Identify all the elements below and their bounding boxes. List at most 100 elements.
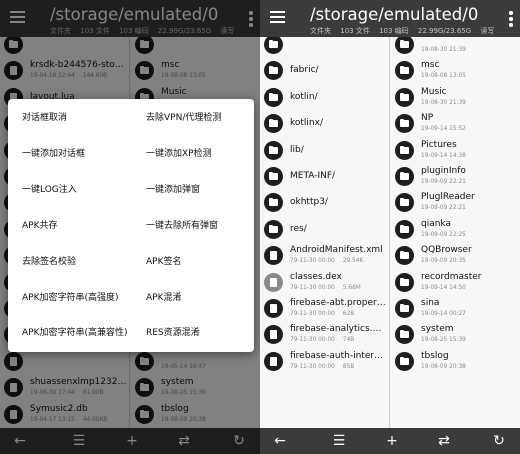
back-icon: ← — [274, 433, 286, 449]
file-row[interactable]: firebase-analytics.pr... 79-11-30 00:00 74… — [260, 321, 389, 347]
right-screen: /storage/emulated/0 文件夹 103 文件 103 编码 22… — [260, 0, 520, 454]
option-apk-obfuscate[interactable]: APK混淆 — [146, 292, 260, 304]
add-icon: + — [386, 433, 398, 449]
folder-row[interactable]: Pictures 19-09-14 14:38 — [391, 137, 520, 163]
item-date: 79-11-30 00:00 — [290, 258, 335, 265]
folder-icon — [264, 193, 283, 213]
folder-row[interactable] — [260, 37, 389, 57]
folder-icon — [395, 272, 414, 292]
menu-icon[interactable] — [270, 11, 285, 23]
stat-folders: 文件夹 — [310, 27, 331, 35]
item-name: tbslog — [421, 350, 449, 361]
folder-row[interactable]: fabric/ — [260, 57, 389, 83]
folder-row[interactable]: 19-08-30 21:39 — [391, 37, 520, 57]
folder-row[interactable]: sina 19-09-14 00:27 — [391, 295, 520, 321]
folder-icon — [395, 193, 414, 213]
folder-icon — [264, 37, 283, 54]
swap-button[interactable]: ⇄ — [432, 431, 456, 451]
item-name: pluginInfo — [421, 166, 466, 176]
item-meta: 79-11-30 00:00 5.68M — [290, 285, 369, 291]
back-button[interactable]: ← — [268, 431, 292, 451]
file-row[interactable]: firebase-auth-intero... 79-11-30 00:00 85B — [260, 348, 389, 374]
item-name: Pictures — [421, 139, 457, 150]
path-title: /storage/emulated/0 — [310, 5, 479, 24]
folder-icon — [264, 219, 283, 239]
file-row[interactable]: AndroidManifest.xml 79-11-30 00:00 29.54K — [260, 242, 389, 268]
item-date: 19-09-09 22:21 — [421, 179, 466, 185]
tools-dialog: 对话框取消 去除VPN/代理检测 一键添加对话框 一键添加XP检测 一键LOG注… — [8, 99, 254, 352]
folder-row[interactable]: kotlin/ — [260, 84, 389, 110]
folder-row[interactable]: NP 19-09-14 15:52 — [391, 110, 520, 136]
item-date: 79-11-30 00:00 — [290, 337, 335, 344]
item-date: 79-11-30 00:00 — [290, 311, 335, 317]
item-date: 19-08-25 15:39 — [421, 337, 466, 344]
option-apk-clone[interactable]: APK共存 — [22, 220, 140, 232]
folder-row[interactable]: lib/ — [260, 137, 389, 163]
more-options-icon[interactable] — [508, 11, 514, 27]
folder-icon — [395, 167, 414, 186]
folder-row[interactable]: qianka 19-09-09 22:25 — [391, 216, 520, 242]
item-name: firebase-auth-intero... — [290, 350, 387, 361]
stat-files: 103 文件 — [340, 27, 370, 35]
item-name: system — [421, 324, 454, 335]
item-meta: 79-11-30 00:00 74B — [290, 337, 362, 343]
sort-button[interactable]: ☰ — [327, 431, 351, 451]
option-res-obfuscate[interactable]: RES资源混淆 — [146, 327, 260, 339]
refresh-button[interactable]: ↻ — [487, 431, 511, 451]
folder-row[interactable]: tbslog 19-08-09 20:38 — [391, 348, 520, 374]
option-remove-sign-check[interactable]: 去除签名校验 — [22, 256, 140, 268]
option-encrypt-compat[interactable]: APK加密字符串(高兼容性) — [22, 327, 132, 339]
file-icon — [264, 272, 283, 292]
folder-icon — [395, 61, 414, 81]
item-date: 19-09-09 22:25 — [421, 231, 466, 238]
item-name: qianka — [421, 218, 452, 229]
item-name: fabric/ — [290, 65, 319, 76]
folder-icon — [395, 114, 414, 134]
folder-row[interactable]: pluginInfo 19-09-09 22:21 — [391, 163, 520, 189]
folder-row[interactable]: Music 19-08-30 21:39 — [391, 84, 520, 110]
item-name: AndroidManifest.xml — [290, 245, 383, 256]
item-name: PluglReader — [421, 192, 475, 203]
file-icon — [264, 246, 283, 266]
folder-icon — [395, 87, 414, 107]
folder-row[interactable]: system 19-08-25 15:39 — [391, 321, 520, 347]
right-folder-pane: 19-08-30 21:39 msc 19-08-08 13:05 Music 19-0… — [391, 37, 520, 428]
stat-mode: 读写 — [480, 27, 495, 35]
folder-icon — [264, 61, 283, 81]
option-remove-vpn-detect[interactable]: 去除VPN/代理检测 — [146, 112, 260, 124]
folder-row[interactable]: PluglReader 19-09-09 22:21 — [391, 189, 520, 215]
folder-icon — [395, 37, 414, 54]
folder-icon — [395, 325, 414, 345]
item-meta: 79-11-30 00:00 29.54K — [290, 258, 371, 264]
option-add-dialog[interactable]: 一键添加对话框 — [22, 148, 140, 160]
option-log-inject[interactable]: 一键LOG注入 — [22, 184, 140, 196]
folder-row[interactable]: kotlinx/ — [260, 110, 389, 136]
folder-row[interactable]: QQBrowser 19-09-09 20:35 — [391, 242, 520, 268]
folder-row[interactable]: recordmaster 19-09-14 14:50 — [391, 269, 520, 295]
file-icon — [264, 299, 283, 318]
folder-row[interactable]: msc 19-08-08 13:05 — [391, 57, 520, 83]
option-encrypt-strong[interactable]: APK加密字符串(高强度) — [22, 292, 132, 304]
folder-row[interactable]: META-INF/ — [260, 163, 389, 189]
item-date: 19-09-14 14:38 — [421, 152, 466, 159]
option-dialog-cancel[interactable]: 对话框取消 — [22, 112, 140, 124]
item-name: recordmaster — [421, 271, 482, 282]
folder-icon — [264, 114, 283, 134]
option-add-popup[interactable]: 一键添加弹窗 — [146, 184, 260, 196]
apk-contents-pane: fabric/kotlin/kotlinx/lib/META-INF/okhtt… — [260, 37, 390, 428]
folder-row[interactable]: res/ — [260, 216, 389, 242]
option-add-xp-detect[interactable]: 一键添加XP检测 — [146, 148, 260, 160]
swap-icon: ⇄ — [438, 433, 450, 449]
option-apk-sign[interactable]: APK签名 — [146, 256, 260, 268]
file-row[interactable]: classes.dex 79-11-30 00:00 5.68M — [260, 269, 389, 295]
folder-row[interactable]: okhttp3/ — [260, 189, 389, 215]
refresh-icon: ↻ — [493, 433, 505, 449]
add-button[interactable]: + — [380, 431, 404, 451]
file-row[interactable]: firebase-abt.properti... 79-11-30 00:00 62… — [260, 295, 389, 321]
item-date: 19-09-14 14:50 — [421, 284, 466, 291]
folder-icon — [395, 299, 414, 318]
file-icon — [264, 351, 283, 371]
option-remove-all-popups[interactable]: 一键去除所有弹窗 — [146, 220, 260, 232]
app-bar: /storage/emulated/0 文件夹 103 文件 103 编码 22… — [260, 0, 520, 37]
folder-icon — [395, 351, 414, 371]
